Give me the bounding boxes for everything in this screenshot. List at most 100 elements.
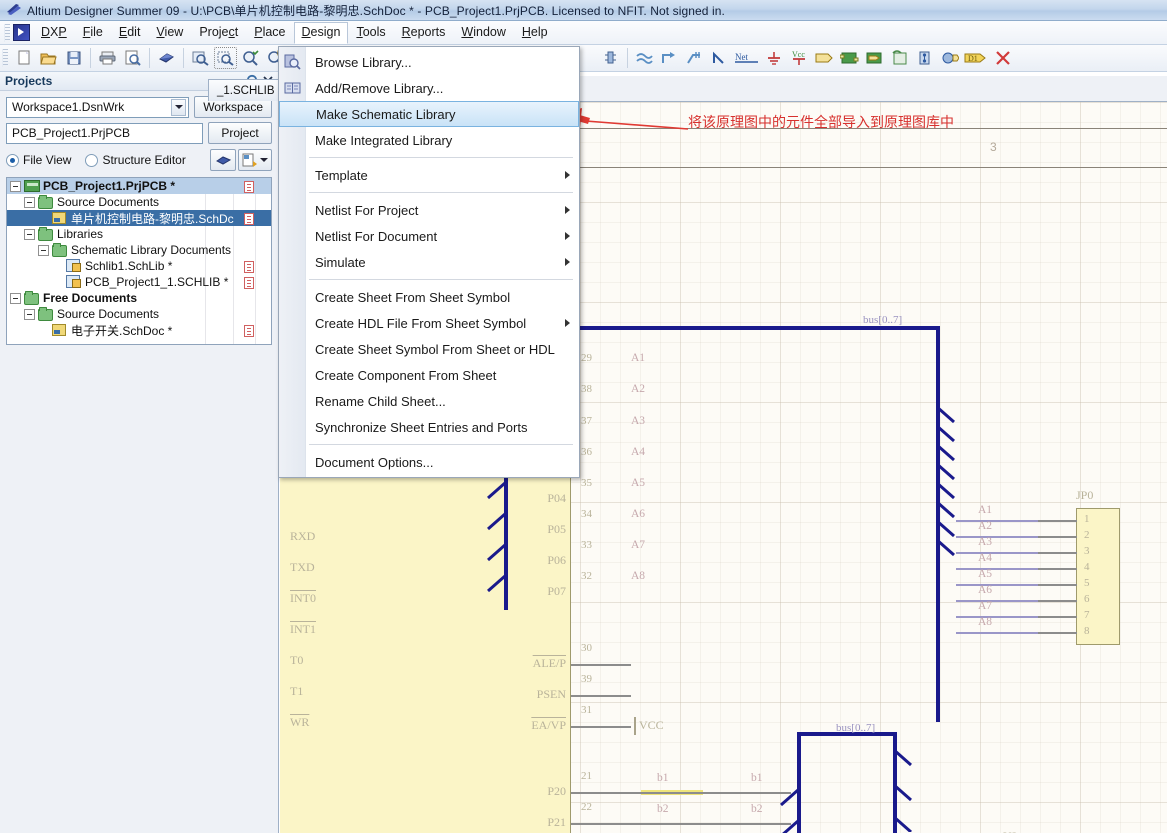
structure-editor-label[interactable]: Structure Editor	[102, 153, 185, 167]
u1-pin-wire[interactable]	[571, 792, 641, 794]
place-device-sheet-icon[interactable]	[888, 47, 911, 69]
project-button[interactable]: Project	[208, 122, 272, 144]
tree-item[interactable]: Schlib1.SchLib *	[7, 258, 271, 274]
u1-net-label[interactable]: A4	[631, 446, 645, 458]
project-field[interactable]: PCB_Project1.PrjPCB	[6, 122, 203, 144]
menu-help[interactable]: Help	[514, 22, 556, 43]
place-wire-icon[interactable]	[633, 47, 656, 69]
place-bus-entry-icon[interactable]	[683, 47, 706, 69]
tree-item[interactable]: Source Documents	[7, 194, 271, 210]
zoom-fit-icon[interactable]	[189, 47, 212, 69]
menu-window[interactable]: Window	[453, 22, 513, 43]
tree-item[interactable]: PCB_Project1.PrjPCB *	[7, 178, 271, 194]
zoom-selected-icon[interactable]	[239, 47, 262, 69]
u1-net-label[interactable]: A6	[631, 508, 645, 520]
u1-net-label[interactable]: b1	[751, 772, 763, 784]
tree-item[interactable]: Free Documents	[7, 290, 271, 306]
tree-item[interactable]: Source Documents	[7, 306, 271, 322]
jp0-net-wire[interactable]	[956, 536, 1038, 538]
jp0-net-label[interactable]: A6	[978, 584, 992, 596]
u1-net-label[interactable]: A2	[631, 383, 645, 395]
u1-bus-net-label[interactable]: b1	[657, 772, 669, 784]
place-gnd-icon[interactable]	[763, 47, 786, 69]
menu-design[interactable]: Design	[293, 21, 349, 44]
menu-item-rename-child-sheet[interactable]: Rename Child Sheet...	[279, 388, 579, 414]
jp0-net-label[interactable]: A4	[978, 552, 992, 564]
menu-item-document-options[interactable]: Document Options...	[279, 449, 579, 475]
u1-bus-wire[interactable]	[641, 792, 791, 794]
jp0-net-label[interactable]: A3	[978, 536, 992, 548]
u1-pin-wire[interactable]	[571, 695, 631, 697]
bus-label-bottom[interactable]: bus[0..7]	[836, 722, 875, 734]
place-port-icon[interactable]	[813, 47, 836, 69]
menu-file[interactable]: File	[75, 22, 111, 43]
menu-edit[interactable]: Edit	[111, 22, 149, 43]
menu-item-netlist-for-project[interactable]: Netlist For Project	[279, 197, 579, 223]
bus-label-top[interactable]: bus[0..7]	[863, 314, 902, 326]
place-net-label-icon[interactable]: Net	[733, 47, 761, 69]
file-view-radio[interactable]	[6, 153, 19, 167]
tree-item[interactable]: 单片机控制电路-黎明忠.SchDc	[7, 210, 271, 226]
jp0-pin-wire[interactable]	[1037, 584, 1077, 586]
u1-pin-wire[interactable]	[571, 823, 641, 825]
delete-icon[interactable]	[991, 47, 1014, 69]
jp0-refdes[interactable]: JP0	[1076, 488, 1093, 503]
jp0-net-wire[interactable]	[956, 600, 1038, 602]
place-sheet-entry-icon[interactable]	[863, 47, 886, 69]
place-sheet-symbol-icon[interactable]	[838, 47, 861, 69]
zoom-area-icon[interactable]	[214, 47, 237, 69]
u1-bus-net-label[interactable]: b2	[657, 803, 669, 815]
open-device-view-icon[interactable]	[155, 47, 178, 69]
jp0-net-wire[interactable]	[956, 552, 1038, 554]
place-component-icon[interactable]	[599, 47, 622, 69]
menu-item-simulate[interactable]: Simulate	[279, 249, 579, 275]
menubar-grip[interactable]	[4, 23, 10, 42]
jp0-net-wire[interactable]	[956, 568, 1038, 570]
jp0-pin-wire[interactable]	[1037, 616, 1077, 618]
menu-item-browse-library[interactable]: Browse Library...	[279, 49, 579, 75]
place-line-icon[interactable]	[708, 47, 731, 69]
jp0-net-label[interactable]: A1	[978, 504, 992, 516]
u1-net-label[interactable]: A1	[631, 352, 645, 364]
jp0-net-wire[interactable]	[956, 632, 1038, 634]
menu-dxp[interactable]: DXP	[33, 22, 75, 43]
u1-net-label[interactable]: A8	[631, 570, 645, 582]
toolbar-grip[interactable]	[2, 49, 8, 67]
tree-expander-icon[interactable]	[24, 196, 35, 208]
project-options-icon[interactable]	[238, 149, 272, 171]
menu-item-add-remove-library[interactable]: Add/Remove Library...	[279, 75, 579, 101]
tree-expander-icon[interactable]	[24, 228, 35, 240]
file-view-label[interactable]: File View	[23, 153, 71, 167]
jp0-pin-wire[interactable]	[1037, 552, 1077, 554]
jp0-net-label[interactable]: A7	[978, 600, 992, 612]
u1-net-label[interactable]: A3	[631, 415, 645, 427]
chevron-down-icon[interactable]	[171, 98, 187, 116]
menu-view[interactable]: View	[148, 22, 191, 43]
menu-item-netlist-for-document[interactable]: Netlist For Document	[279, 223, 579, 249]
tree-item[interactable]: Libraries	[7, 226, 271, 242]
menu-place[interactable]: Place	[246, 22, 293, 43]
menu-tools[interactable]: Tools	[348, 22, 393, 43]
jp0-net-label[interactable]: A2	[978, 520, 992, 532]
tree-expander-icon[interactable]	[10, 180, 21, 192]
workspace-combo[interactable]: Workspace1.DsnWrk	[6, 96, 190, 118]
jp0-net-wire[interactable]	[956, 616, 1038, 618]
jp0-pin-wire[interactable]	[1037, 536, 1077, 538]
menu-item-create-sheet-from-sheet-symbol[interactable]: Create Sheet From Sheet Symbol	[279, 284, 579, 310]
u1-pin-wire[interactable]	[571, 664, 631, 666]
jp0-pin-wire[interactable]	[1037, 600, 1077, 602]
menu-item-make-integrated-library[interactable]: Make Integrated Library	[279, 127, 579, 153]
tree-item[interactable]: 电子开关.SchDoc *	[7, 322, 271, 338]
jp0-pin-wire[interactable]	[1037, 568, 1077, 570]
design-dropdown-menu[interactable]: Browse Library... Add/Remove Library... Ma…	[278, 46, 580, 478]
u2-refdes[interactable]: U2	[1003, 829, 1018, 833]
dxp-logo-icon[interactable]	[13, 24, 30, 41]
tree-expander-icon[interactable]	[24, 308, 35, 320]
u1-net-label[interactable]: b2	[751, 803, 763, 815]
jp0-net-label[interactable]: A5	[978, 568, 992, 580]
jp0-component-body[interactable]	[1076, 508, 1120, 645]
place-harness-entry-icon[interactable]	[938, 47, 961, 69]
print-icon[interactable]	[96, 47, 119, 69]
project-tree[interactable]: PCB_Project1.PrjPCB * Source Documents 单片机…	[6, 177, 272, 345]
tree-expander-icon[interactable]	[38, 244, 49, 256]
